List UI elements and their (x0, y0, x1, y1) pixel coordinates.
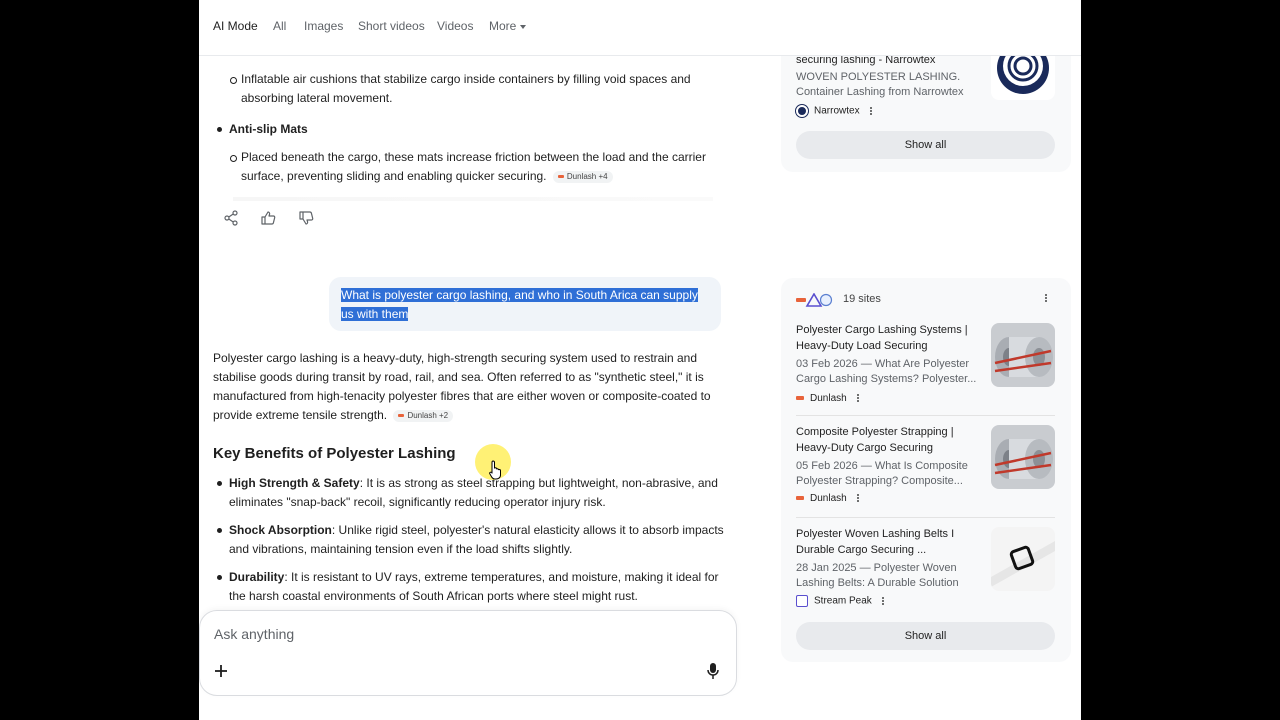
tab-images[interactable]: Images (304, 19, 343, 33)
sources-card-top: securing lashing - Narrowtex WOVEN POLYE… (781, 40, 1071, 172)
benefit-label: High Strength & Safety (229, 476, 360, 490)
source-site-name: Dunlash (810, 393, 847, 404)
sources-card: 19 sites Polyester Cargo Lashing Systems… (781, 278, 1071, 662)
benefit-text: : It is resistant to UV rays, extreme te… (229, 570, 719, 603)
mats-text: Placed beneath the cargo, these mats inc… (241, 150, 706, 183)
benefit-item: Durability: It is resistant to UV rays, … (217, 568, 729, 606)
source-snippet: WOVEN POLYESTER LASHING. Container Lashi… (796, 71, 964, 98)
divider (233, 197, 713, 201)
source-item[interactable]: Polyester Woven Lashing Belts I Durable … (796, 526, 1056, 616)
citation-chip-label: Dunlash +4 (566, 171, 608, 181)
divider (796, 517, 1055, 518)
tab-short-videos[interactable]: Short videos (358, 19, 425, 33)
divider (796, 415, 1055, 416)
benefit-label: Durability (229, 570, 285, 584)
source-title: Polyester Cargo Lashing Systems | Heavy-… (796, 324, 968, 352)
source-item[interactable]: Polyester Cargo Lashing Systems | Heavy-… (796, 322, 1056, 412)
more-vert-icon[interactable] (869, 106, 873, 116)
tab-more-label: More (489, 19, 517, 33)
benefit-item: Shock Absorption: Unlike rigid steel, po… (217, 521, 729, 559)
more-vert-icon[interactable] (856, 393, 860, 403)
more-vert-icon[interactable] (856, 493, 860, 503)
thumbs-up-icon[interactable] (260, 210, 276, 226)
source-title: Polyester Woven Lashing Belts I Durable … (796, 528, 955, 556)
tab-all[interactable]: All (273, 19, 286, 33)
thumbs-down-icon[interactable] (298, 210, 314, 226)
cushion-description: Inflatable air cushions that stabilize c… (230, 70, 721, 108)
benefits-heading: Key Benefits of Polyester Lashing (213, 445, 456, 462)
user-query-text: What is polyester cargo lashing, and who… (341, 288, 698, 321)
source-snippet: 28 Jan 2025 — Polyester Woven Lashing Be… (796, 562, 959, 589)
more-vert-icon[interactable] (1045, 293, 1048, 303)
benefit-item: High Strength & Safety: It is as strong … (217, 474, 729, 512)
citation-chip-label: Dunlash +2 (407, 410, 449, 420)
chevron-down-icon (520, 24, 527, 29)
show-all-button[interactable]: Show all (796, 131, 1055, 159)
dunlash-favicon-icon (557, 175, 564, 179)
source-thumbnail (991, 425, 1055, 489)
dunlash-favicon-icon (796, 396, 804, 401)
citation-chip[interactable]: Dunlash +4 (552, 170, 613, 183)
tab-more[interactable]: More (489, 19, 527, 33)
dunlash-favicon-icon (796, 496, 804, 501)
mats-heading: Anti-slip Mats (217, 120, 729, 139)
user-query-bubble: What is polyester cargo lashing, and who… (329, 277, 721, 331)
top-nav: AI Mode All Images Short videos Videos M… (199, 0, 1081, 56)
narrowtex-favicon-icon (796, 105, 808, 117)
source-site: Narrowtex (796, 105, 873, 117)
cursor-icon (489, 460, 501, 480)
answer-text: Polyester cargo lashing is a heavy-duty,… (213, 351, 711, 422)
source-site: Stream Peak (796, 595, 885, 607)
source-snippet: 05 Feb 2026 — What Is Composite Polyeste… (796, 460, 968, 487)
source-site-name: Narrowtex (814, 105, 860, 117)
composer (199, 610, 737, 696)
benefit-label: Shock Absorption (229, 523, 332, 537)
source-site: Dunlash (796, 493, 860, 504)
mic-icon[interactable] (706, 662, 720, 680)
show-all-button[interactable]: Show all (796, 622, 1055, 650)
source-site-name: Stream Peak (814, 595, 872, 607)
answer-paragraph: Polyester cargo lashing is a heavy-duty,… (213, 349, 721, 425)
more-vert-icon[interactable] (881, 596, 885, 606)
site-favicons-icon (796, 293, 833, 307)
source-snippet: 03 Feb 2026 — What Are Polyester Cargo L… (796, 358, 977, 385)
stream-peak-favicon-icon (796, 595, 808, 607)
source-site-name: Dunlash (810, 493, 847, 504)
source-thumbnail (991, 527, 1055, 591)
ask-input[interactable] (214, 626, 634, 642)
mats-description: Placed beneath the cargo, these mats inc… (230, 148, 721, 186)
share-icon[interactable] (223, 210, 239, 226)
source-thumbnail (991, 323, 1055, 387)
page: AI Mode All Images Short videos Videos M… (199, 0, 1081, 720)
source-site: Dunlash (796, 393, 860, 404)
sources-count: 19 sites (843, 293, 881, 305)
source-item[interactable]: Composite Polyester Strapping | Heavy-Du… (796, 424, 1056, 514)
dunlash-favicon-icon (398, 414, 405, 418)
source-title: Composite Polyester Strapping | Heavy-Du… (796, 426, 954, 454)
tab-videos[interactable]: Videos (437, 19, 473, 33)
citation-chip[interactable]: Dunlash +2 (393, 409, 454, 422)
tab-ai-mode[interactable]: AI Mode (213, 19, 258, 33)
plus-icon[interactable] (213, 663, 229, 679)
